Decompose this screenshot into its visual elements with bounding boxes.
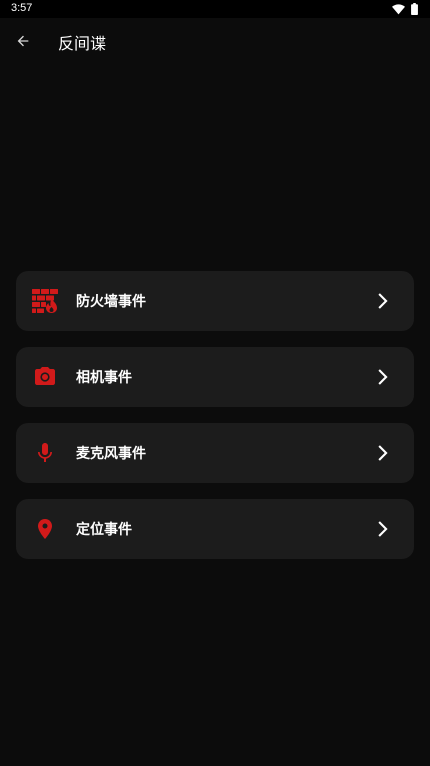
camera-icon	[32, 364, 58, 390]
chevron-right-icon	[378, 521, 388, 537]
wifi-icon	[392, 3, 405, 14]
page-title: 反间谍	[58, 34, 107, 53]
firewall-events-item[interactable]: 防火墙事件	[16, 271, 414, 331]
status-bar: 3:57	[0, 0, 430, 18]
location-events-item[interactable]: 定位事件	[16, 499, 414, 559]
menu-item-label: 麦克风事件	[76, 446, 146, 462]
status-icons	[392, 3, 418, 15]
menu-item-label: 相机事件	[76, 370, 132, 386]
chevron-right-icon	[378, 369, 388, 385]
firewall-icon	[32, 288, 58, 314]
camera-events-item[interactable]: 相机事件	[16, 347, 414, 407]
microphone-events-item[interactable]: 麦克风事件	[16, 423, 414, 483]
battery-icon	[411, 3, 418, 15]
event-menu: 防火墙事件 相机事件 麦克风事件 定位事件	[16, 271, 414, 575]
chevron-right-icon	[378, 445, 388, 461]
menu-item-label: 定位事件	[76, 522, 132, 538]
back-button[interactable]	[8, 26, 38, 56]
microphone-icon	[32, 440, 58, 466]
app-bar: 反间谍	[0, 18, 430, 66]
status-time: 3:57	[11, 2, 33, 14]
arrow-back-icon	[17, 35, 29, 47]
location-pin-icon	[32, 516, 58, 542]
chevron-right-icon	[378, 293, 388, 309]
menu-item-label: 防火墙事件	[76, 294, 146, 310]
